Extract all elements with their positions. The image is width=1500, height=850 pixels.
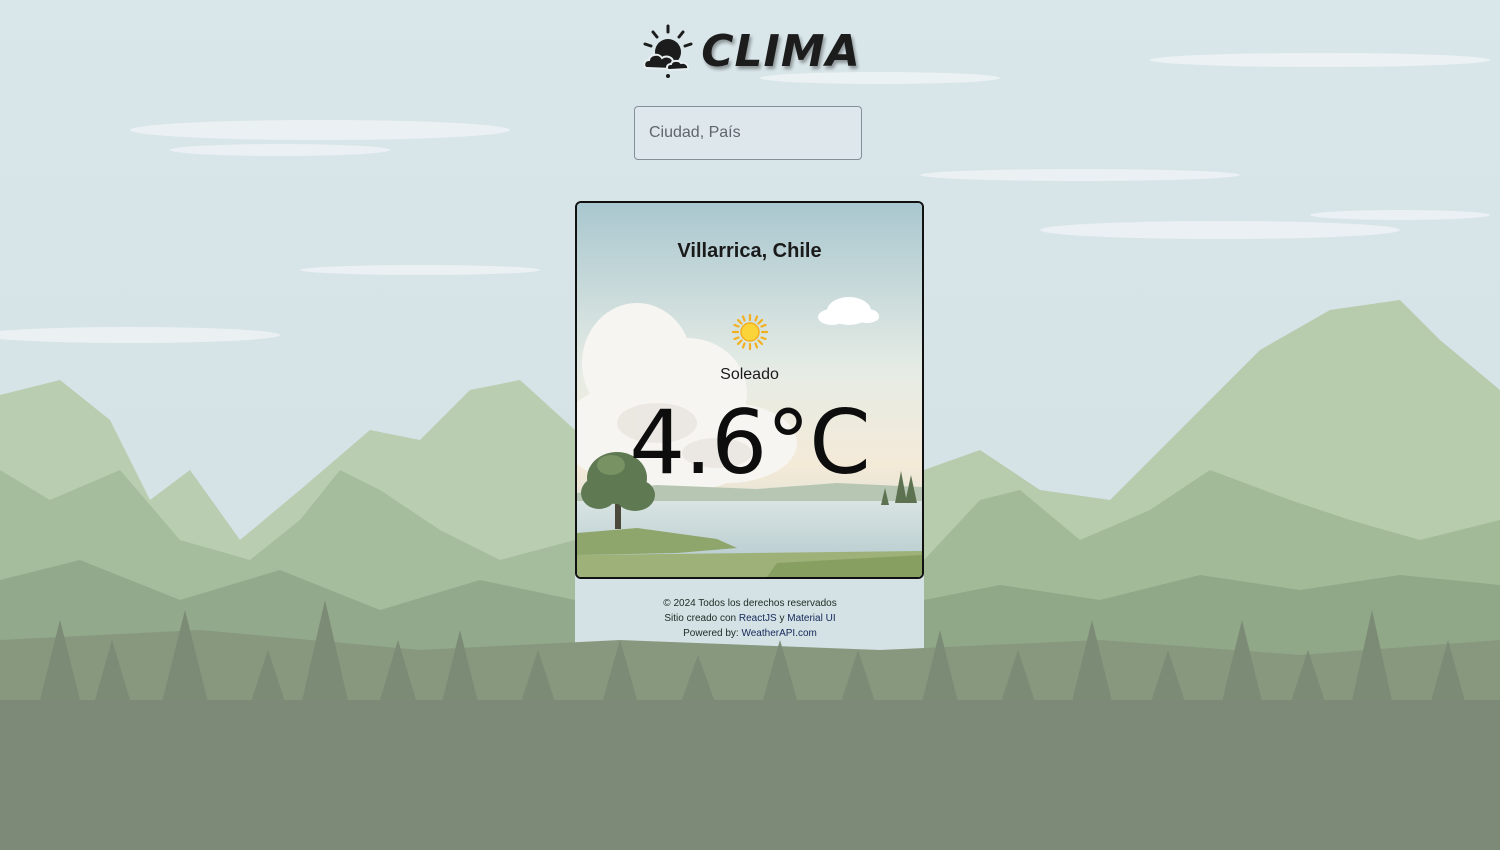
- footer: © 2024 Todos los derechos reservados Sit…: [0, 596, 1500, 641]
- app-header: CLIMA: [0, 22, 1500, 80]
- credits-joiner: y: [776, 613, 788, 624]
- weatherapi-link[interactable]: WeatherAPI.com: [741, 628, 816, 639]
- app-title: CLIMA: [701, 25, 861, 77]
- temperature: 4.6°C: [629, 391, 870, 494]
- sun-icon: [731, 313, 769, 351]
- material-ui-link[interactable]: Material UI: [787, 613, 835, 624]
- powered-by-prefix: Powered by:: [683, 628, 742, 639]
- location-name: Villarrica, Chile: [677, 240, 822, 262]
- search-input[interactable]: [635, 107, 861, 159]
- page: CLIMA Ciudad, País Villarrica, Chile Sol…: [0, 0, 1500, 850]
- credits-prefix: Sitio creado con: [664, 613, 739, 624]
- weather-condition: Soleado: [720, 366, 779, 383]
- powered-by-line: Powered by: WeatherAPI.com: [0, 626, 1500, 641]
- copyright-text: © 2024 Todos los derechos reservados: [663, 598, 837, 609]
- sun-cloud-icon: [643, 24, 693, 78]
- reactjs-link[interactable]: ReactJS: [739, 613, 777, 624]
- weather-card: Villarrica, Chile Soleado 4.6°C: [575, 201, 924, 579]
- search-field[interactable]: [634, 106, 862, 160]
- credits-line: Sitio creado con ReactJS y Material UI: [0, 611, 1500, 626]
- weather-info: Villarrica, Chile Soleado 4.6°C: [577, 203, 922, 577]
